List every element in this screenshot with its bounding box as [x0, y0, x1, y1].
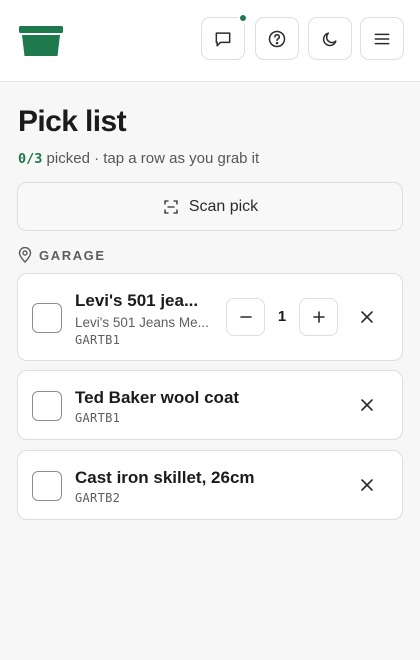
scan-pick-button[interactable]: Scan pick — [17, 182, 403, 231]
picked-count: 0/3 — [18, 151, 43, 167]
quantity-value: 1 — [277, 308, 287, 325]
page-title: Pick list — [18, 105, 127, 138]
minus-icon — [239, 316, 252, 318]
pick-checkbox[interactable] — [32, 303, 62, 333]
remove-item-button[interactable] — [354, 304, 380, 330]
item-name: Cast iron skillet, 26cm — [75, 468, 255, 487]
item-description: Levi's 501 Jeans Me... — [75, 315, 209, 330]
increase-quantity-button[interactable] — [299, 298, 338, 336]
item-location: GARTB1 — [75, 333, 121, 347]
moon-icon — [322, 31, 337, 46]
section-label: GARAGE — [39, 247, 106, 263]
pick-checkbox[interactable] — [32, 471, 62, 501]
pick-item-row[interactable]: Cast iron skillet, 26cm GARTB2 — [17, 450, 403, 520]
close-icon — [361, 399, 373, 411]
pick-checkbox[interactable] — [32, 391, 62, 421]
notification-dot — [238, 13, 248, 23]
pick-item-row[interactable]: Levi's 501 jea... Levi's 501 Jeans Me...… — [17, 273, 403, 361]
close-icon — [361, 479, 373, 491]
map-pin-icon — [18, 247, 32, 263]
help-circle-icon — [268, 30, 286, 47]
message-square-icon — [215, 31, 231, 46]
progress-hint: picked · tap a row as you grab it — [42, 150, 260, 167]
scan-pick-label: Scan pick — [188, 197, 259, 215]
close-icon — [361, 311, 373, 323]
item-name: Ted Baker wool coat — [75, 388, 240, 407]
section-header-garage: GARAGE — [18, 247, 106, 263]
item-name: Levi's 501 jea... — [75, 291, 199, 310]
pick-progress: 0/3 picked · tap a row as you grab it — [18, 150, 259, 167]
menu-icon — [374, 33, 390, 44]
decrease-quantity-button[interactable] — [226, 298, 265, 336]
help-button[interactable] — [255, 17, 299, 60]
pick-item-row[interactable]: Ted Baker wool coat GARTB1 — [17, 370, 403, 440]
plus-icon — [312, 311, 325, 323]
remove-item-button[interactable] — [354, 472, 380, 498]
feedback-button[interactable] — [201, 13, 248, 60]
theme-toggle-button[interactable] — [308, 17, 352, 60]
item-location: GARTB1 — [75, 411, 121, 425]
menu-button[interactable] — [360, 17, 404, 60]
remove-item-button[interactable] — [354, 392, 380, 418]
scan-icon — [164, 199, 178, 214]
item-location: GARTB2 — [75, 491, 121, 505]
app-header — [0, 0, 420, 82]
green-bin-icon[interactable] — [18, 24, 64, 58]
